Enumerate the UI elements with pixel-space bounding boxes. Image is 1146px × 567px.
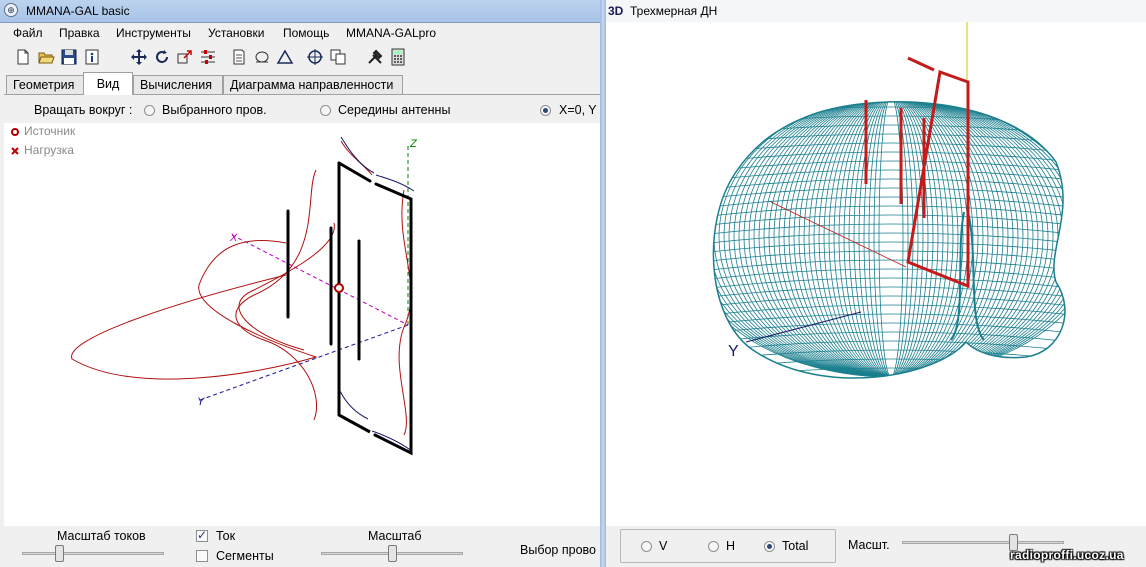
- info-icon[interactable]: [83, 48, 101, 66]
- left-bottom-controls: Масштаб токов Ток Сегменты Масштаб Выбор…: [0, 526, 600, 567]
- tab-view[interactable]: Вид: [83, 72, 133, 95]
- app-icon: ⊕: [4, 3, 18, 17]
- triangle-icon[interactable]: [276, 48, 294, 66]
- tab-strip: Геометрия Вид Вычисления Диаграмма напра…: [0, 72, 600, 95]
- target-icon[interactable]: [306, 48, 324, 66]
- wire-select-label: Выбор прово: [520, 543, 596, 557]
- save-disk-icon[interactable]: [60, 48, 78, 66]
- axes: X Y Z: [197, 138, 418, 408]
- calculator-icon[interactable]: [389, 48, 407, 66]
- menu-settings[interactable]: Установки: [208, 26, 264, 40]
- tools-icon[interactable]: [366, 48, 384, 66]
- mesh-parallel: [701, 89, 1081, 100]
- right-title-bar[interactable]: 3D Трехмерная ДН: [606, 0, 1146, 22]
- open-folder-icon[interactable]: [37, 48, 55, 66]
- feed-source-marker: [334, 283, 344, 293]
- tab-calculations[interactable]: Вычисления: [133, 75, 223, 94]
- current-scale-slider-track: [22, 552, 164, 555]
- x-axis-label: X: [229, 232, 238, 244]
- zoom-icon[interactable]: [253, 48, 271, 66]
- view-panel: Вращать вокруг : Выбранного пров. Середи…: [4, 94, 600, 527]
- menu-help[interactable]: Помощь: [283, 26, 329, 40]
- antenna-view-canvas: X Y Z: [71, 136, 418, 456]
- reflector-arc-bottom: [339, 390, 369, 420]
- polarization-total-label: Total: [782, 539, 809, 553]
- pattern-3d-canvas: Y: [701, 22, 1081, 379]
- current-scale-slider-thumb[interactable]: [55, 545, 65, 562]
- document-icon[interactable]: [230, 48, 248, 66]
- wire-reflector-frame: [337, 161, 413, 456]
- new-file-icon[interactable]: [14, 48, 32, 66]
- current-curve-passive-left: [71, 239, 318, 380]
- z-axis-label: Z: [409, 138, 418, 150]
- y-axis-line: [199, 324, 409, 401]
- 3d-icon: 3D: [608, 4, 624, 18]
- tab-radiation-pattern[interactable]: Диаграмма направленности: [223, 75, 403, 94]
- y-axis-label-3d: Y: [728, 343, 739, 360]
- polarization-total-radio[interactable]: [764, 541, 775, 552]
- right-window-title: Трехмерная ДН: [630, 4, 718, 18]
- menu-bar: Файл Правка Инструменты Установки Помощь…: [0, 23, 600, 43]
- polarization-v-label: V: [659, 539, 668, 553]
- antenna-wires: [286, 161, 413, 456]
- copy-icon[interactable]: [329, 48, 347, 66]
- current-checkbox-label: Ток: [216, 529, 236, 543]
- x-axis-line: [231, 234, 409, 326]
- segments-checkbox-label: Сегменты: [216, 549, 274, 563]
- polarization-h-radio[interactable]: [708, 541, 719, 552]
- menu-edit[interactable]: Правка: [59, 26, 100, 40]
- move-arrows-icon[interactable]: [130, 48, 148, 66]
- pattern-3d-window: 3D Трехмерная ДН Y V H Total Масшт.: [606, 0, 1146, 567]
- menu-file[interactable]: Файл: [13, 26, 43, 40]
- menu-mmana-pro[interactable]: MMANA-GALpro: [346, 26, 436, 40]
- scale-slider-thumb[interactable]: [387, 545, 397, 562]
- scale-label: Масштаб: [368, 529, 422, 543]
- pattern-scale-slider-track: [902, 541, 1064, 544]
- current-scale-label: Масштаб токов: [57, 529, 146, 543]
- toolbar: [0, 44, 600, 72]
- watermark-text: radioproffi.ucoz.ua: [1010, 548, 1124, 562]
- tab-geometry[interactable]: Геометрия: [6, 75, 84, 94]
- equalizer-icon[interactable]: [199, 48, 217, 66]
- mmana-main-window: ⊕ MMANA-GAL basic Файл Правка Инструмент…: [0, 0, 600, 567]
- current-checkbox[interactable]: [196, 528, 208, 542]
- reflector-arc-bottom-right: [371, 430, 413, 452]
- pattern-scale-label: Масшт.: [848, 538, 890, 552]
- y-axis-label: Y: [197, 396, 205, 408]
- resize-icon[interactable]: [176, 48, 194, 66]
- polarization-v-radio[interactable]: [641, 541, 652, 552]
- menu-tools[interactable]: Инструменты: [116, 26, 191, 40]
- rotate-icon[interactable]: [153, 48, 171, 66]
- polarization-h-label: H: [726, 539, 736, 553]
- polarization-group: V H Total: [620, 529, 836, 563]
- left-title-bar[interactable]: ⊕ MMANA-GAL basic: [0, 0, 600, 23]
- left-window-title: MMANA-GAL basic: [26, 4, 130, 18]
- segments-checkbox[interactable]: [196, 550, 208, 562]
- current-curve-reflector: [398, 189, 412, 436]
